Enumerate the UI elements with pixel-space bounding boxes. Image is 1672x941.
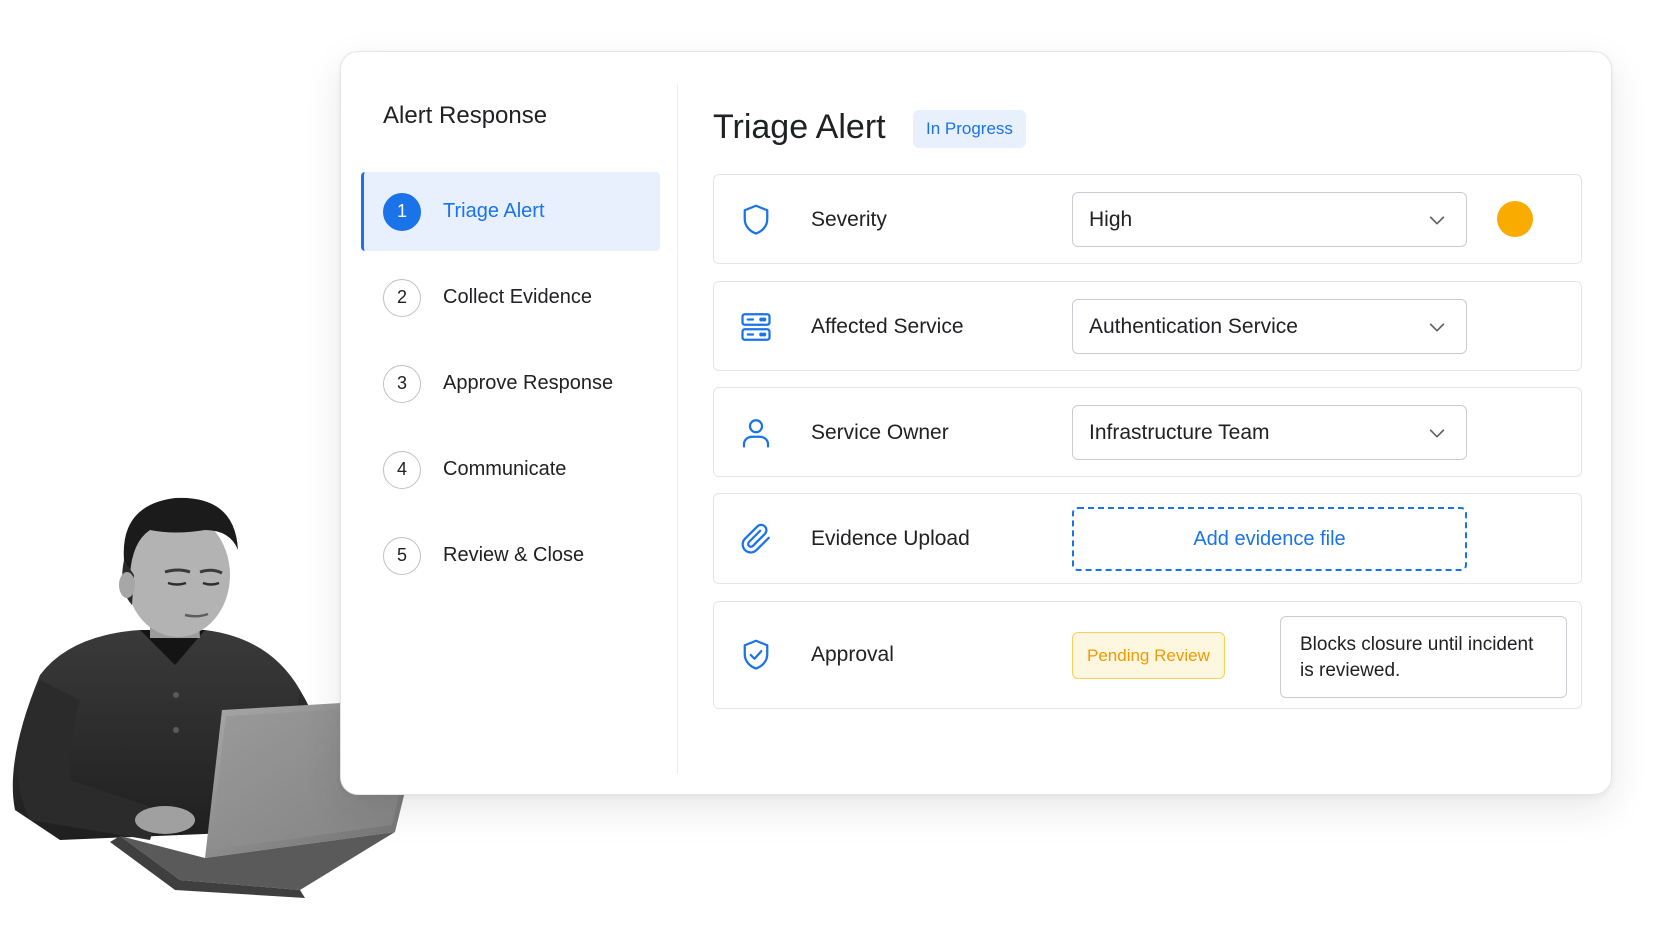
sidebar-title: Alert Response — [383, 102, 548, 129]
affected-service-label: Affected Service — [811, 315, 964, 338]
severity-value: High — [1089, 207, 1133, 231]
service-owner-value: Infrastructure Team — [1089, 420, 1270, 444]
service-owner-row: Service Owner Infrastructure Team — [713, 387, 1582, 477]
step-number-badge: 1 — [383, 192, 421, 231]
step-label: Approve Response — [443, 372, 614, 394]
server-icon — [738, 309, 774, 345]
step-communicate[interactable]: 4 Communicate — [361, 430, 660, 509]
page-title: Triage Alert — [713, 108, 886, 146]
severity-label: Severity — [811, 208, 887, 231]
evidence-upload-label: Evidence Upload — [811, 527, 970, 550]
step-number-badge: 2 — [383, 278, 421, 317]
service-owner-select[interactable]: Infrastructure Team — [1072, 405, 1467, 460]
step-label: Triage Alert — [443, 200, 545, 222]
sidebar-divider — [677, 84, 678, 774]
step-label: Communicate — [443, 458, 567, 480]
add-evidence-file-button[interactable]: Add evidence file — [1072, 507, 1467, 571]
affected-service-row: Affected Service Authentication Service — [713, 281, 1582, 371]
step-number-badge: 3 — [383, 364, 421, 403]
affected-service-select[interactable]: Authentication Service — [1072, 299, 1467, 354]
severity-select[interactable]: High — [1072, 192, 1467, 247]
step-label: Collect Evidence — [443, 286, 592, 308]
step-approve-response[interactable]: 3 Approve Response — [361, 344, 660, 423]
approval-label: Approval — [811, 643, 894, 666]
severity-indicator-dot — [1497, 201, 1533, 237]
alert-response-card: Alert Response 1 Triage Alert 2 Collect … — [340, 51, 1612, 795]
shield-icon — [738, 202, 774, 238]
chevron-down-icon — [1429, 322, 1445, 331]
pending-review-badge: Pending Review — [1072, 632, 1225, 679]
status-badge: In Progress — [913, 110, 1026, 148]
paperclip-icon — [738, 521, 774, 557]
service-owner-label: Service Owner — [811, 421, 949, 444]
approval-row: Approval Pending Review Blocks closure u… — [713, 601, 1582, 709]
step-collect-evidence[interactable]: 2 Collect Evidence — [361, 258, 660, 337]
chevron-down-icon — [1429, 215, 1445, 224]
step-number-badge: 4 — [383, 450, 421, 489]
step-number-badge: 5 — [383, 536, 421, 575]
step-triage-alert[interactable]: 1 Triage Alert — [361, 172, 660, 251]
person-icon — [738, 415, 774, 451]
severity-row: Severity High — [713, 174, 1582, 264]
affected-service-value: Authentication Service — [1089, 314, 1298, 338]
chevron-down-icon — [1429, 428, 1445, 437]
approval-note: Blocks closure until incident is reviewe… — [1280, 616, 1567, 698]
step-review-close[interactable]: 5 Review & Close — [361, 516, 660, 595]
step-label: Review & Close — [443, 544, 585, 566]
evidence-upload-row: Evidence Upload Add evidence file — [713, 493, 1582, 584]
shield-check-icon — [738, 637, 774, 673]
